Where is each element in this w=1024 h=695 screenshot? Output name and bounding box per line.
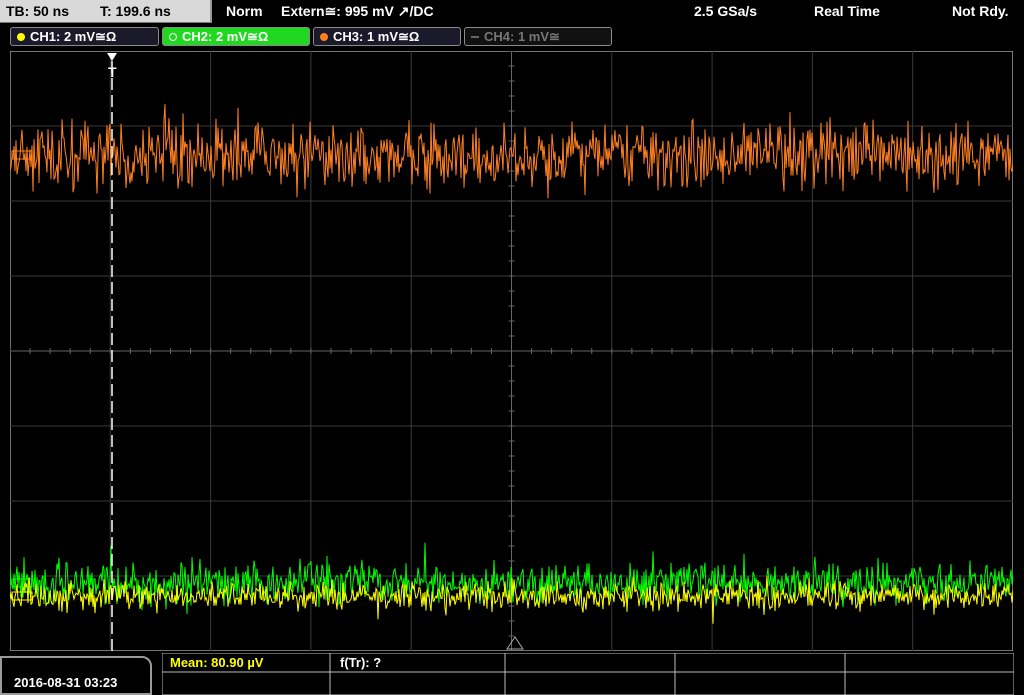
trigger-time-readout: T: 199.6 ns — [100, 3, 171, 19]
channel-4-text: CH4: 1 mV≅ — [484, 29, 560, 44]
trigger-source[interactable]: Extern≅: 995 mV ↗/DC — [281, 3, 434, 20]
trigger-mode[interactable]: Norm — [226, 3, 263, 19]
channel-4-label[interactable]: CH4: 1 mV≅ — [464, 27, 612, 46]
timebase-box[interactable]: TB: 50 ns T: 199.6 ns — [0, 0, 212, 23]
acquisition-state: Not Rdy. — [952, 3, 1009, 19]
datetime: 2016-08-31 03:23 — [14, 675, 118, 690]
channel-3-color-dot — [320, 33, 328, 41]
timebase-readout: TB: 50 ns — [6, 3, 70, 19]
channel-1-color-dot — [17, 33, 25, 41]
sample-rate[interactable]: 2.5 GSa/s — [694, 3, 757, 19]
trigger-marker-label: T — [108, 64, 117, 80]
channel-2-label[interactable]: CH2: 2 mV≅Ω — [162, 27, 310, 46]
acquisition-mode[interactable]: Real Time — [814, 3, 880, 19]
channel-1-text: CH1: 2 mV≅Ω — [30, 29, 117, 44]
waveform-display[interactable]: T — [10, 51, 1013, 651]
channel-1-label[interactable]: CH1: 2 mV≅Ω — [10, 27, 159, 46]
measurement-mean[interactable]: Mean: 80.90 µV — [170, 655, 263, 670]
channel-2-text: CH2: 2 mV≅Ω — [182, 29, 269, 44]
channel-2-color-dot — [169, 33, 177, 41]
channel-4-color-dot — [471, 36, 479, 38]
channel-3-label[interactable]: CH3: 1 mV≅Ω — [313, 27, 461, 46]
measurement-table[interactable] — [162, 653, 1014, 695]
channel-3-text: CH3: 1 mV≅Ω — [333, 29, 420, 44]
bottom-bar: 2016-08-31 03:23 Mean: 80.90 µV f(Tr): ? — [0, 653, 1024, 695]
datetime-box: 2016-08-31 03:23 — [0, 656, 152, 695]
status-bar: TB: 50 ns T: 199.6 ns Norm Extern≅: 995 … — [0, 0, 1024, 24]
channel-bar: CH1: 2 mV≅Ω CH2: 2 mV≅Ω CH3: 1 mV≅Ω CH4:… — [0, 26, 1024, 48]
measurement-frequency[interactable]: f(Tr): ? — [340, 655, 381, 670]
